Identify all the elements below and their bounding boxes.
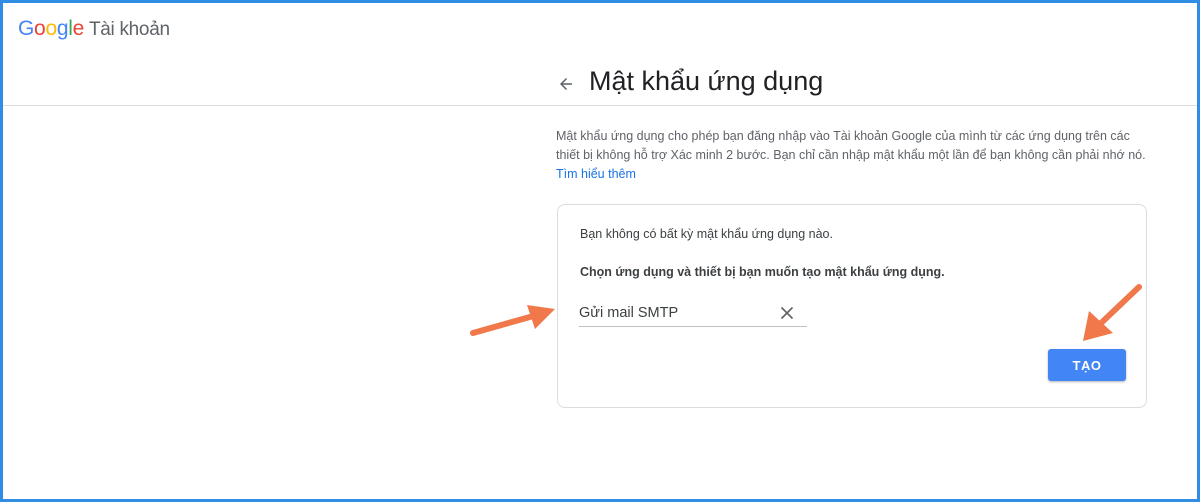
- logo-letter: e: [72, 17, 85, 40]
- no-passwords-message: Bạn không có bất kỳ mật khẩu ứng dụng nà…: [580, 227, 833, 241]
- intro-description: Mật khẩu ứng dụng cho phép bạn đăng nhập…: [556, 129, 1146, 162]
- app-name-field: [579, 301, 807, 327]
- window-frame: Google Tài khoản Mật khẩu ứng dụng Mật kh…: [0, 0, 1200, 502]
- google-account-logo[interactable]: Google Tài khoản: [18, 17, 170, 41]
- intro-text: Mật khẩu ứng dụng cho phép bạn đăng nhập…: [556, 127, 1156, 184]
- logo-letter: g: [56, 17, 69, 40]
- app-name-input[interactable]: [579, 303, 769, 323]
- close-icon: [780, 306, 794, 320]
- product-name: Tài khoản: [88, 19, 170, 40]
- arrow-back-icon: [560, 78, 572, 90]
- logo-letter: G: [18, 17, 35, 40]
- page-title: Mật khẩu ứng dụng: [589, 66, 824, 96]
- logo-letter: o: [45, 17, 57, 40]
- top-bar: Google Tài khoản: [3, 3, 1197, 53]
- logo-letter: o: [34, 17, 46, 40]
- learn-more-link[interactable]: Tìm hiểu thêm: [556, 167, 636, 181]
- header-divider: [3, 105, 1197, 106]
- app-password-card: Bạn không có bất kỳ mật khẩu ứng dụng nà…: [557, 204, 1147, 408]
- choose-app-instruction: Chọn ứng dụng và thiết bị bạn muốn tạo m…: [580, 265, 945, 279]
- create-button[interactable]: TẠO: [1048, 349, 1126, 381]
- back-button[interactable]: [551, 69, 581, 99]
- orange-arrow-icon: [470, 305, 555, 336]
- orange-arrow-icon: [1083, 284, 1142, 341]
- clear-input-button[interactable]: [777, 303, 797, 323]
